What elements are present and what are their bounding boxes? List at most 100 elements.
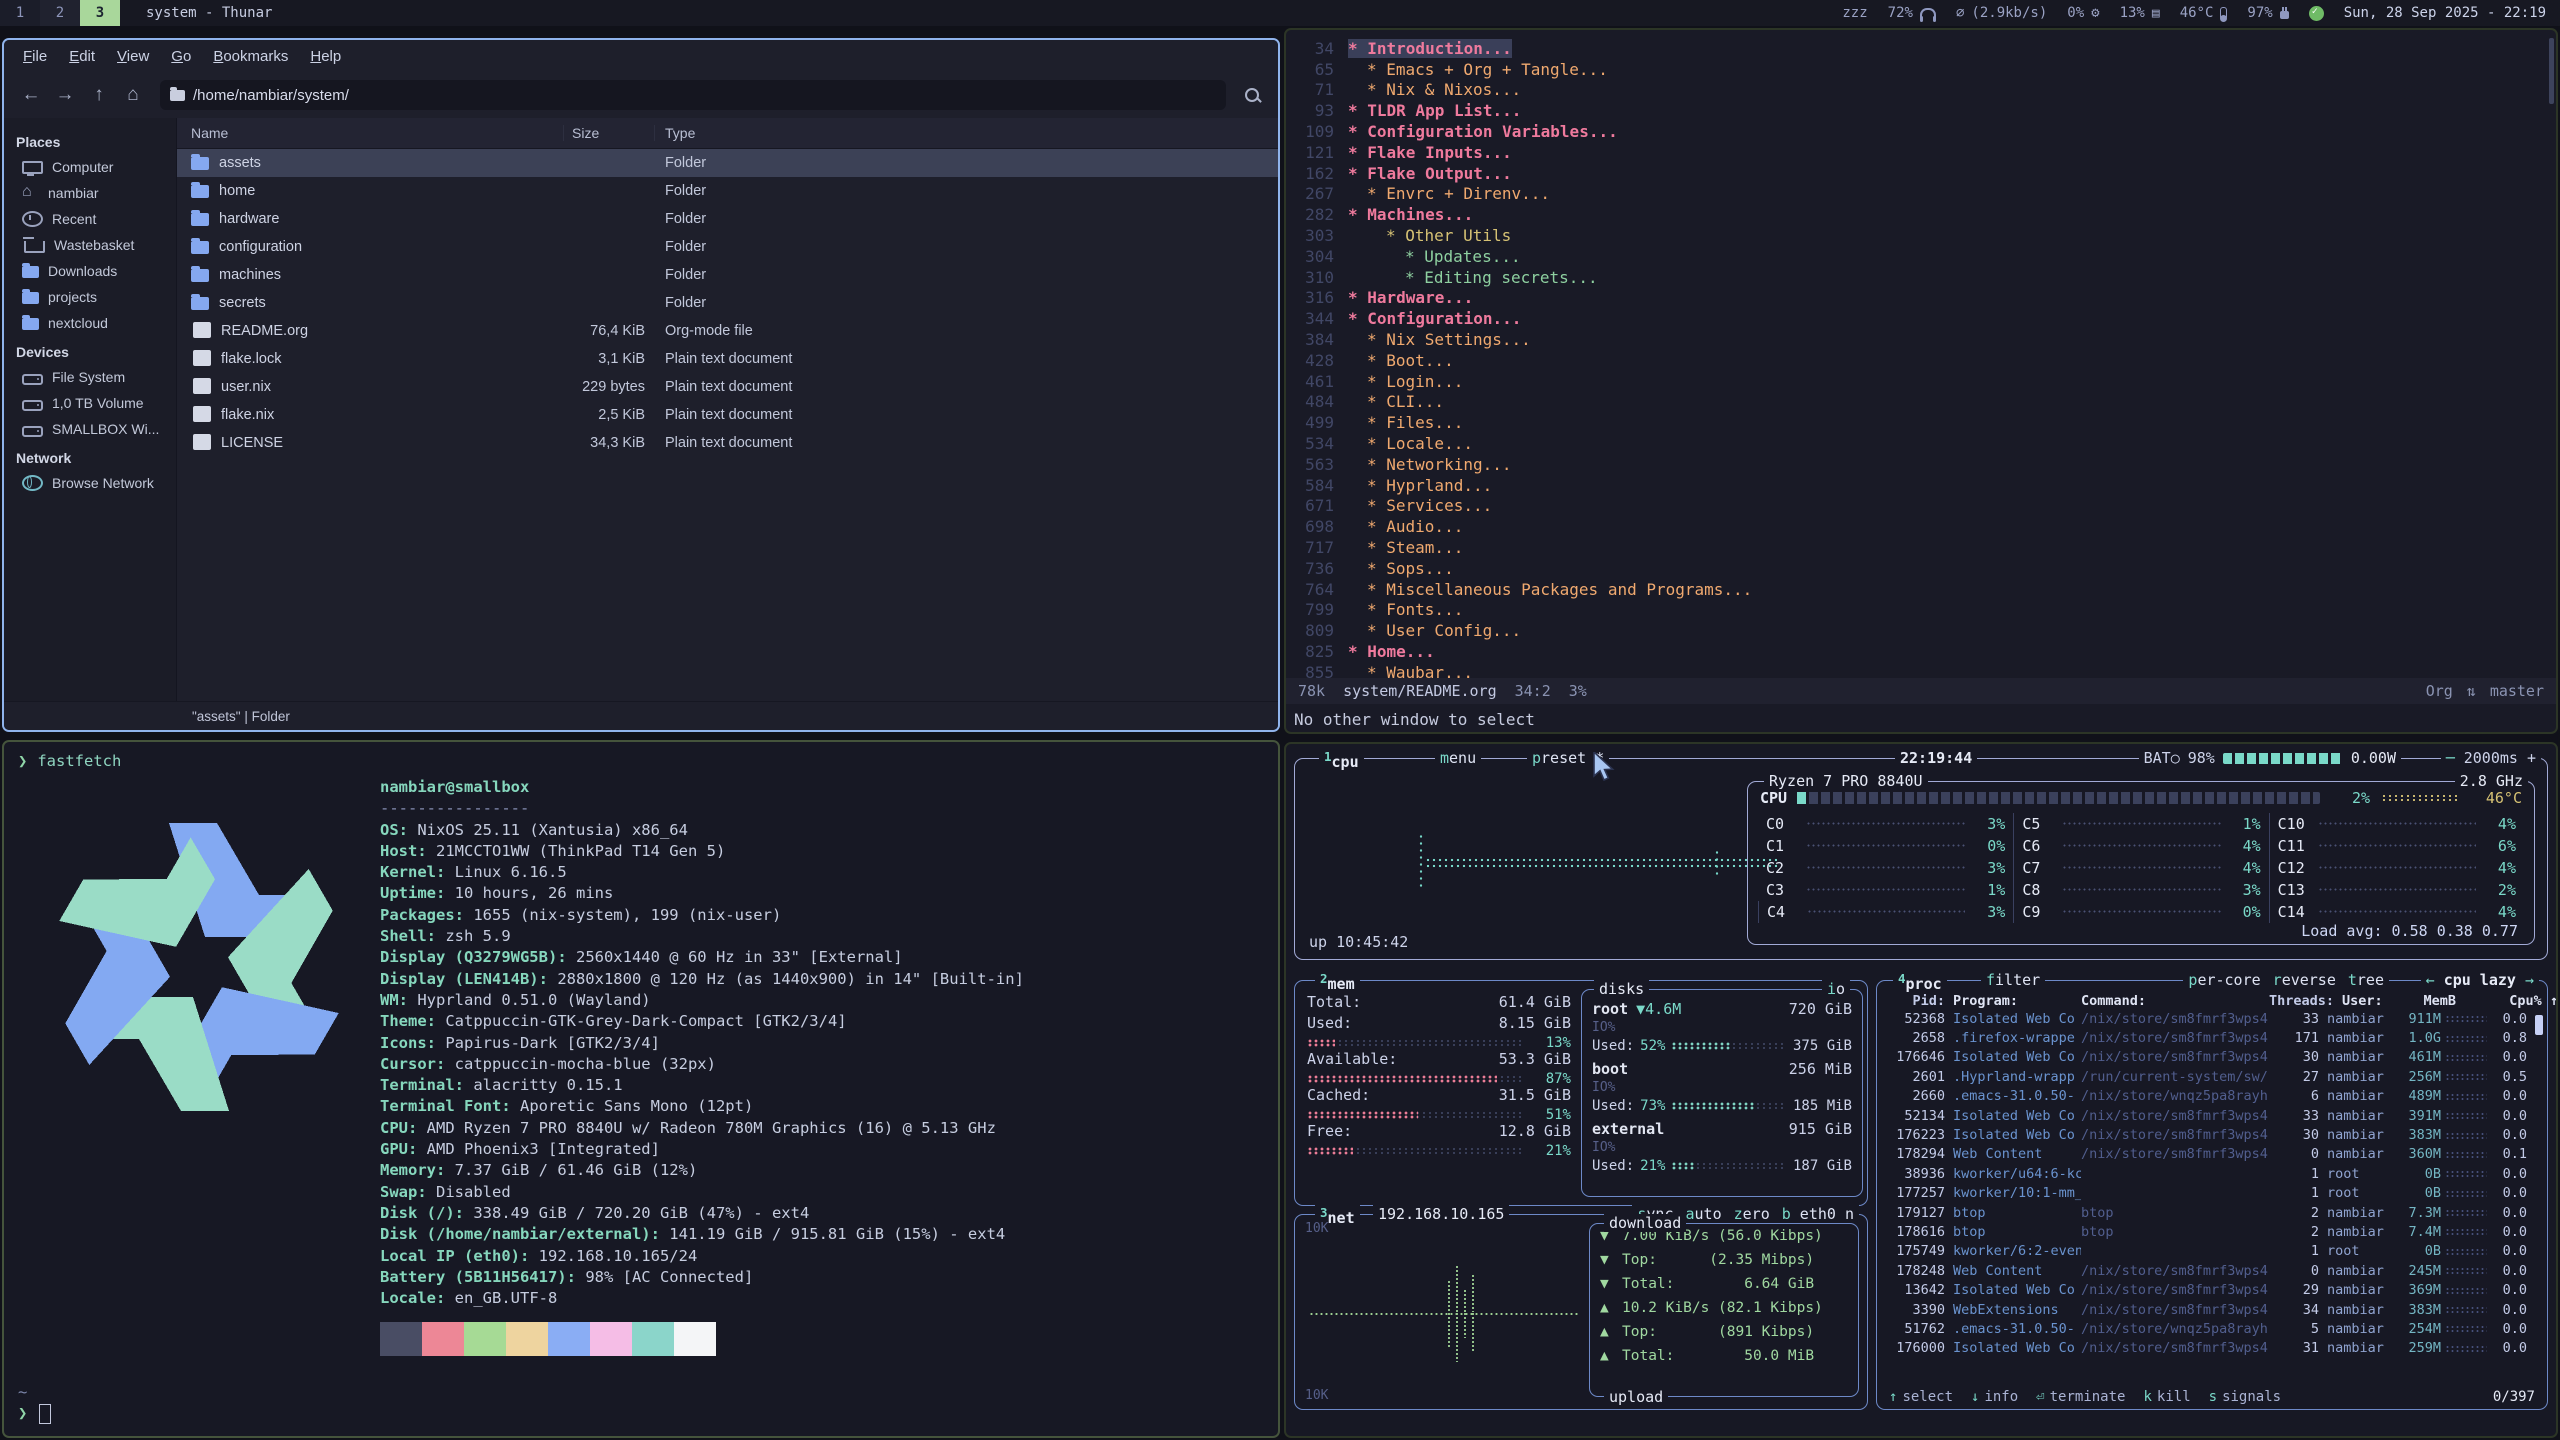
net-toggle-button[interactable]: zero (1734, 1205, 1770, 1223)
disks-title[interactable]: disks (1594, 980, 1649, 998)
keybind-hint[interactable]: ⏎terminate (2036, 1389, 2125, 1405)
emacs-scrollbar[interactable] (2549, 38, 2554, 104)
org-heading-line[interactable]: 282 * Machines... (1286, 204, 2556, 225)
col-mem[interactable]: MemB (2408, 993, 2456, 1009)
org-heading-line[interactable]: 384 * Nix Settings... (1286, 329, 2556, 350)
process-row[interactable]: 2660 .emacs-31.0.50- /nix/store/wnqz5pa8… (1877, 1087, 2547, 1106)
file-row[interactable]: LICENSE 34,3 KiB Plain text document (177, 429, 1278, 457)
workspace-button[interactable]: 2 (40, 0, 80, 26)
org-heading-line[interactable]: 71 * Nix & Nixos... (1286, 80, 2556, 101)
cpu-module[interactable]: 0% (2067, 5, 2099, 21)
file-row[interactable]: assets Folder (177, 149, 1278, 177)
proc-toggle-button[interactable]: tree (2348, 971, 2384, 989)
org-heading-line[interactable]: 698 * Audio... (1286, 516, 2556, 537)
org-heading-line[interactable]: 310 * Editing secrets... (1286, 267, 2556, 288)
org-heading-line[interactable]: 109 * Configuration Variables... (1286, 121, 2556, 142)
io-toggle[interactable]: io (1822, 980, 1850, 998)
org-heading-line[interactable]: 764 * Miscellaneous Packages and Program… (1286, 579, 2556, 600)
sort-mode[interactable]: cpu lazy (2421, 971, 2539, 989)
updates-module[interactable] (2309, 6, 2324, 21)
process-row[interactable]: 176000 Isolated Web Co /nix/store/sm8fmr… (1877, 1339, 2547, 1358)
workspace-button[interactable]: 3 (80, 0, 120, 26)
proc-box-title[interactable]: 4proc (1893, 971, 1947, 993)
org-heading-line[interactable]: 344 * Configuration... (1286, 308, 2556, 329)
org-heading-line[interactable]: 736 * Sops... (1286, 558, 2556, 579)
col-threads[interactable]: Threads: (2269, 993, 2334, 1009)
sidebar-item[interactable]: Computer (4, 154, 176, 180)
col-cpu[interactable]: Cpu% ↑ (2506, 993, 2558, 1009)
menu-button[interactable]: menu (1435, 749, 1481, 767)
temperature-module[interactable]: 46°C (2180, 5, 2228, 21)
process-row[interactable]: 176223 Isolated Web Co /nix/store/sm8fmr… (1877, 1125, 2547, 1144)
process-row[interactable]: 175749 kworker/6:2-even 1 root 0B 0.0 (1877, 1242, 2547, 1261)
sidebar-network-item[interactable]: Browse Network (4, 470, 176, 496)
sidebar-device-item[interactable]: 1,0 TB Volume (4, 390, 176, 416)
memory-module[interactable]: 13% (2120, 5, 2160, 21)
file-row[interactable]: hardware Folder (177, 205, 1278, 233)
process-row[interactable]: 2601 .Hyprland-wrapp /run/current-system… (1877, 1067, 2547, 1086)
org-heading-line[interactable]: 121 * Flake Inputs... (1286, 142, 2556, 163)
up-button[interactable]: ↑ (82, 79, 116, 111)
process-row[interactable]: 178294 Web Content /nix/store/sm8fmrf3wp… (1877, 1145, 2547, 1164)
org-heading-line[interactable]: 671 * Services... (1286, 496, 2556, 517)
sidebar-item[interactable]: Wastebasket (4, 232, 176, 258)
file-row[interactable]: flake.lock 3,1 KiB Plain text document (177, 345, 1278, 373)
sidebar-item[interactable]: Recent (4, 206, 176, 232)
org-heading-line[interactable]: 584 * Hyprland... (1286, 475, 2556, 496)
column-header-name[interactable]: Name (177, 125, 564, 141)
sidebar-device-item[interactable]: SMALLBOX Wi... (4, 416, 176, 442)
col-user[interactable]: User: (2342, 993, 2408, 1009)
net-toggle-button[interactable]: auto (1686, 1205, 1722, 1223)
column-header-size[interactable]: Size (564, 125, 655, 141)
org-heading-line[interactable]: 461 * Login... (1286, 371, 2556, 392)
sidebar-item[interactable]: nambiar (4, 180, 176, 206)
file-row[interactable]: machines Folder (177, 261, 1278, 289)
menu-item[interactable]: View (108, 44, 158, 69)
process-row[interactable]: 2658 .firefox-wrappe /nix/store/sm8fmrf3… (1877, 1028, 2547, 1047)
volume-module[interactable]: 72% (1888, 5, 1936, 21)
sidebar-item[interactable]: projects (4, 284, 176, 310)
process-row[interactable]: 179127 btop btop 2 nambiar 7.3M 0.0 (1877, 1203, 2547, 1222)
menu-item[interactable]: Go (162, 44, 200, 69)
proc-scrollbar[interactable] (2535, 1015, 2543, 1035)
proc-toggle-button[interactable]: reverse (2273, 971, 2336, 989)
terminal-cursor[interactable] (39, 1404, 51, 1424)
col-pid[interactable]: Pid: (1887, 993, 1945, 1009)
sidebar-item[interactable]: nextcloud (4, 310, 176, 336)
process-row[interactable]: 178248 Web Content /nix/store/sm8fmrf3wp… (1877, 1261, 2547, 1280)
home-button[interactable]: ⌂ (116, 79, 150, 111)
org-heading-line[interactable]: 303 * Other Utils (1286, 225, 2556, 246)
net-toggle-button[interactable]: b eth0 n (1782, 1205, 1854, 1223)
process-row[interactable]: 176646 Isolated Web Co /nix/store/sm8fmr… (1877, 1048, 2547, 1067)
org-heading-line[interactable]: 799 * Fonts... (1286, 600, 2556, 621)
file-row[interactable]: home Folder (177, 177, 1278, 205)
menu-item[interactable]: Bookmarks (204, 44, 297, 69)
process-row[interactable]: 177257 kworker/10:1-mm_ 1 root 0B 0.0 (1877, 1184, 2547, 1203)
keybind-hint[interactable]: ssignals (2209, 1389, 2281, 1405)
network-module[interactable]: (2.9kb/s) (1956, 5, 2047, 21)
org-heading-line[interactable]: 534 * Locale... (1286, 433, 2556, 454)
file-row[interactable]: flake.nix 2,5 KiB Plain text document (177, 401, 1278, 429)
path-bar[interactable]: /home/nambiar/system/ (160, 80, 1226, 110)
col-command[interactable]: Command: (2081, 993, 2269, 1009)
menu-item[interactable]: Edit (60, 44, 104, 69)
file-row[interactable]: README.org 76,4 KiB Org-mode file (177, 317, 1278, 345)
process-row[interactable]: 13642 Isolated Web Co /nix/store/sm8fmrf… (1877, 1280, 2547, 1299)
org-heading-line[interactable]: 316 * Hardware... (1286, 288, 2556, 309)
filter-button[interactable]: filter (1981, 971, 2045, 989)
forward-button[interactable]: → (48, 79, 82, 111)
terminal-content[interactable]: ❯ fastfetch (4, 742, 1278, 1436)
keybind-hint[interactable]: kkill (2143, 1389, 2190, 1405)
cpu-box-title[interactable]: 1cpu (1319, 749, 1364, 771)
keybind-hint[interactable]: ↑select (1889, 1389, 1953, 1405)
process-row[interactable]: 52368 Isolated Web Co /nix/store/sm8fmrf… (1877, 1009, 2547, 1028)
org-heading-line[interactable]: 34 * Introduction... (1286, 38, 2556, 59)
process-row[interactable]: 52134 Isolated Web Co /nix/store/sm8fmrf… (1877, 1106, 2547, 1125)
column-header-type[interactable]: Type (655, 125, 1278, 141)
back-button[interactable]: ← (14, 79, 48, 111)
menu-item[interactable]: File (14, 44, 56, 69)
process-row[interactable]: 3390 WebExtensions /nix/store/sm8fmrf3wp… (1877, 1300, 2547, 1319)
menu-item[interactable]: Help (301, 44, 350, 69)
org-heading-line[interactable]: 304 * Updates... (1286, 246, 2556, 267)
org-heading-line[interactable]: 93 * TLDR App List... (1286, 100, 2556, 121)
